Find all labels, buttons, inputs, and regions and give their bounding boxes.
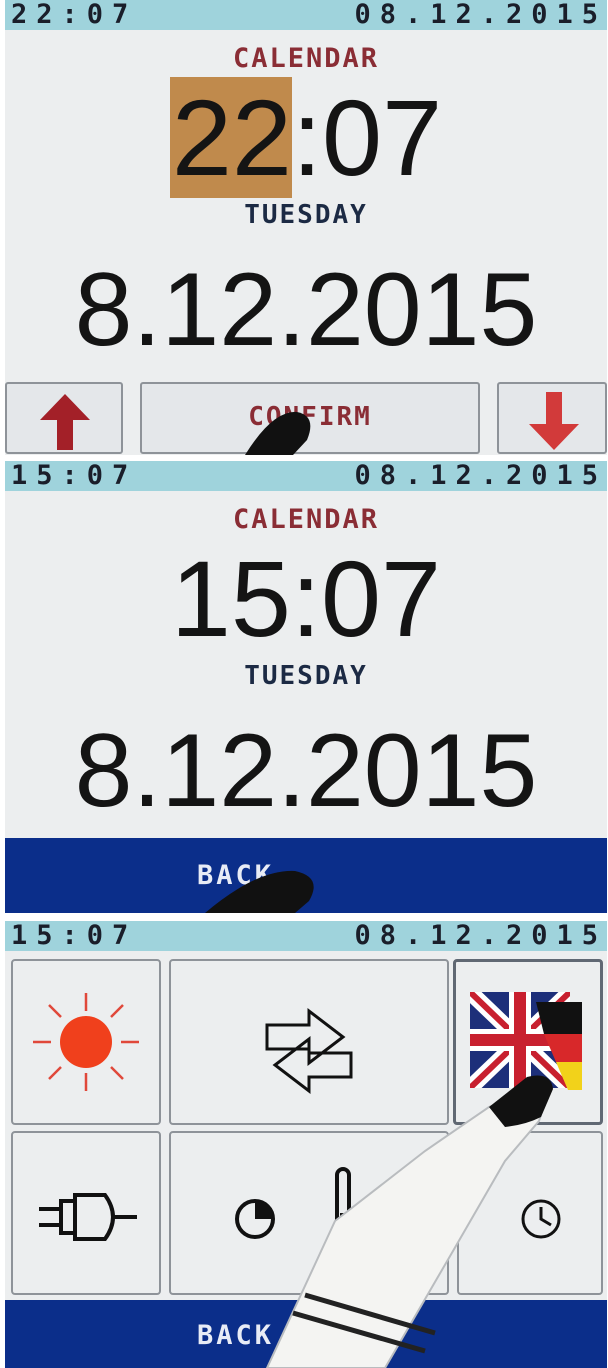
hours-field-selected[interactable]: 22: [169, 77, 292, 198]
back-button[interactable]: BACK: [5, 1300, 607, 1368]
calendar-edit-screen: 22:07 08.12.2015 CALENDAR 22:07 TUESDAY …: [5, 0, 607, 455]
back-label: BACK: [197, 860, 275, 891]
status-bar: 22:07 08.12.2015: [5, 0, 607, 30]
time-display: 22:07: [5, 77, 607, 198]
status-bar: 15:07 08.12.2015: [5, 461, 607, 491]
down-button[interactable]: [497, 382, 607, 454]
back-label: BACK: [197, 1320, 275, 1351]
status-bar: 15:07 08.12.2015: [5, 921, 607, 951]
language-flags-icon: [470, 992, 582, 1090]
date-display: 8.12.2015: [74, 713, 538, 829]
weekday-label: TUESDAY: [244, 661, 368, 691]
screen-title: CALENDAR: [232, 43, 380, 74]
back-button[interactable]: BACK: [5, 838, 607, 913]
status-time: 22:07: [11, 0, 138, 30]
minutes-field[interactable]: :07: [292, 77, 442, 198]
status-date: 08.12.2015: [354, 921, 607, 951]
status-time: 15:07: [11, 921, 138, 951]
date-display[interactable]: 8.12.2015: [5, 258, 607, 362]
clock-icon: [521, 1199, 561, 1239]
tile-language[interactable]: [453, 959, 603, 1125]
calendar-view-screen: 15:07 08.12.2015 CALENDAR 15:07 TUESDAY …: [5, 461, 607, 913]
up-button[interactable]: [5, 382, 123, 454]
menu-screen: 15:07 08.12.2015 BACK: [5, 921, 607, 1368]
tile-transfer[interactable]: [169, 959, 449, 1125]
weekday-label: TUESDAY: [244, 200, 368, 230]
timer-thermometer-icon: [235, 1167, 355, 1263]
screen-title: CALENDAR: [232, 504, 380, 535]
tile-power[interactable]: [11, 1131, 161, 1295]
time-display: 15:07: [170, 538, 442, 659]
arrow-up-icon: [40, 394, 90, 450]
confirm-button[interactable]: CONFIRM: [140, 382, 480, 454]
tile-clock[interactable]: [457, 1131, 603, 1295]
sun-icon: [33, 993, 139, 1091]
confirm-label: CONFIRM: [248, 402, 372, 432]
tile-timer-temperature[interactable]: [169, 1131, 449, 1295]
status-date: 08.12.2015: [354, 0, 607, 30]
status-date: 08.12.2015: [354, 461, 607, 491]
plug-icon: [39, 1193, 137, 1241]
swap-arrows-icon: [265, 1007, 353, 1095]
tile-brightness[interactable]: [11, 959, 161, 1125]
arrow-down-icon: [529, 392, 579, 450]
status-time: 15:07: [11, 461, 138, 491]
